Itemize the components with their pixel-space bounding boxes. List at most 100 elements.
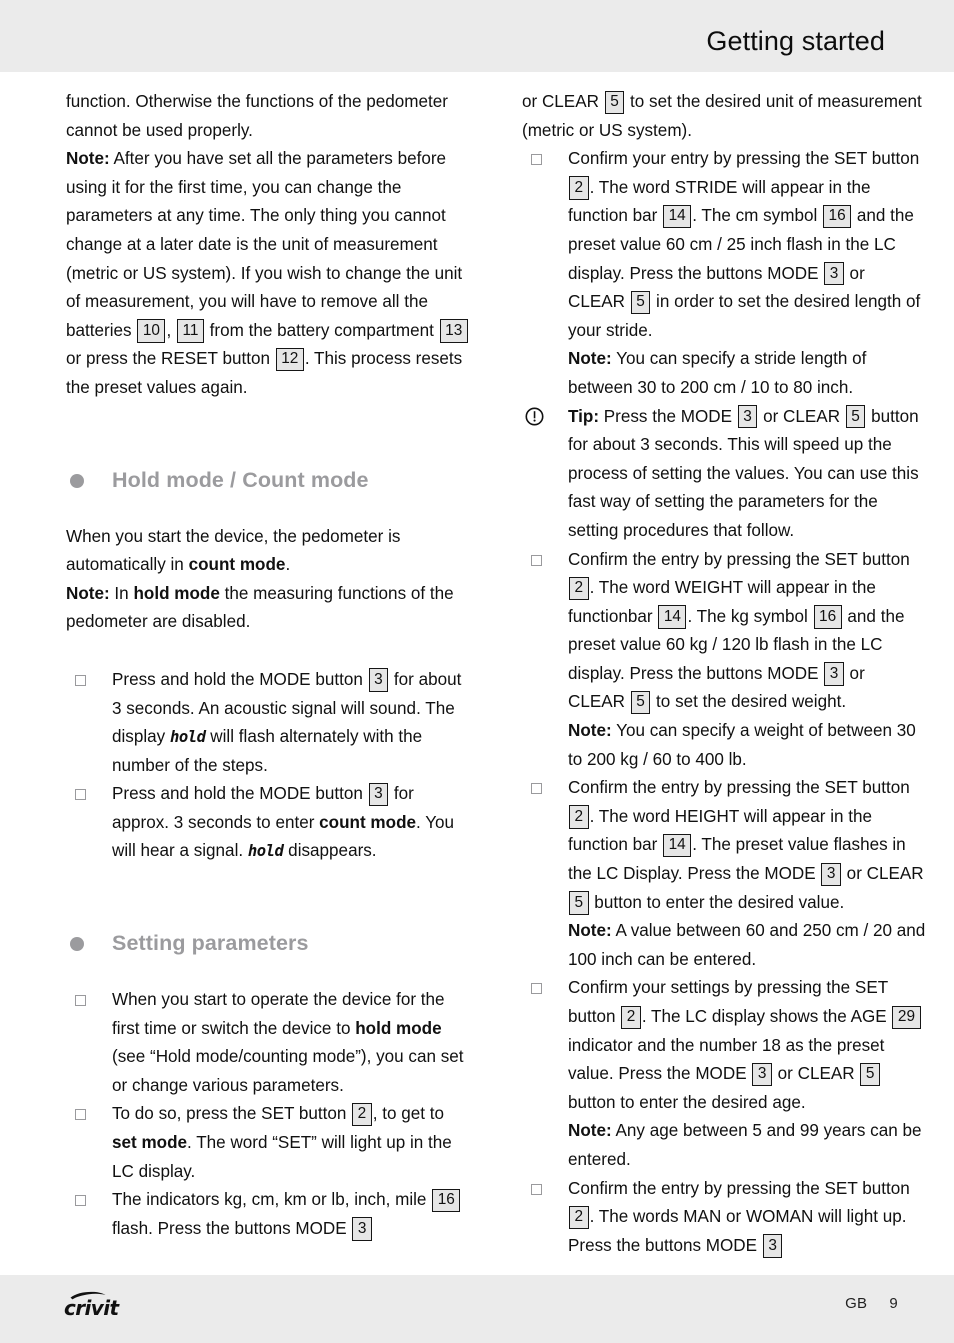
reference-box-29: 29 [892, 1005, 921, 1029]
warning-exclamation-icon [525, 407, 544, 426]
setting-item-1-part-1: To do so, press the SET button [112, 1104, 352, 1124]
document-page: Getting started function. Otherwise the … [0, 0, 954, 1343]
weight-note-text: You can specify a weight of between 30 t… [568, 721, 916, 769]
list-item-unit-indicators: The indicators kg, cm, km or lb, inch, m… [66, 1186, 470, 1243]
heading-setting-parameters-label: Setting parameters [112, 931, 309, 956]
list-item-tip: Tip: Press the MODE 3 or CLEAR 5 button … [522, 403, 926, 546]
square-bullet-icon [531, 783, 542, 795]
square-bullet-icon [531, 1183, 542, 1195]
list-item-set-mode: To do so, press the SET button 2, to get… [66, 1100, 470, 1186]
stride-note-label: Note: [568, 349, 612, 369]
page-footer-band: crivit GB 9 [0, 1275, 954, 1343]
square-bullet-icon [75, 995, 86, 1007]
hold-count-bold-hold-mode: hold mode [133, 583, 220, 603]
list-item-stride: Confirm your entry by pressing the SET b… [522, 145, 926, 402]
paragraph-continued-unit: or CLEAR 5 to set the desired unit of me… [522, 88, 926, 145]
stride-part-1: Confirm your entry by pressing the SET b… [568, 149, 920, 169]
comma-separator: , [166, 320, 176, 340]
age-part-2: . The LC display shows the AGE [641, 1007, 892, 1026]
left-text-column: function. Otherwise the functions of the… [66, 88, 470, 1243]
bullet-dot-icon [70, 473, 84, 488]
lcd-display-word-hold: hold [169, 728, 206, 747]
note-label: Note: [66, 149, 110, 169]
reference-box-3: 3 [368, 668, 389, 692]
square-bullet-icon [531, 983, 542, 995]
tip-label: Tip: [568, 406, 600, 426]
paragraph-hold-count-body: When you start the device, the pedometer… [66, 523, 470, 637]
reference-box-3: 3 [824, 262, 844, 286]
language-code: GB [845, 1295, 868, 1312]
reference-box-14: 14 [663, 833, 692, 858]
footer-page-info: GB 9 [845, 1295, 898, 1312]
list-item-height: Confirm the entry by pressing the SET bu… [522, 774, 926, 974]
reference-box-2: 2 [569, 176, 589, 200]
hold-item-1-part-4: disappears. [283, 841, 377, 861]
note-text-part-2: from the battery compartment [204, 320, 439, 340]
square-bullet-icon [75, 789, 86, 801]
stride-note-text: You can specify a stride length of betwe… [568, 349, 867, 397]
heading-hold-count-mode-label: Hold mode / Count mode [112, 467, 369, 492]
hold-count-note-label: Note: [66, 583, 110, 603]
square-bullet-icon [75, 1195, 86, 1207]
age-note-label: Note: [568, 1121, 612, 1141]
reference-box-5: 5 [569, 891, 589, 915]
age-part-4: or CLEAR [772, 1064, 860, 1084]
list-item-age: Confirm your settings by pressing the SE… [522, 974, 926, 1174]
height-note-label: Note: [568, 921, 612, 941]
reference-box-3: 3 [368, 782, 389, 807]
setting-item-2-part-2: flash. Press the buttons MODE [112, 1218, 352, 1238]
weight-part-6: to set the desired weight. [651, 692, 847, 712]
note-text-part-3: or press the RESET button [66, 349, 275, 369]
intro-line-1: function. Otherwise the functions of the… [66, 92, 448, 140]
setting-item-0-part-2: (see “Hold mode/counting mode”), you can… [112, 1047, 464, 1095]
list-item-count-mode-enter: Press and hold the MODE button 3 for app… [66, 780, 470, 866]
reference-box-3: 3 [824, 662, 844, 686]
reference-box-16: 16 [432, 1188, 461, 1213]
weight-part-3: . The kg symbol [687, 606, 813, 626]
reference-box-13: 13 [439, 319, 468, 343]
height-part-4: or CLEAR [841, 864, 924, 884]
reference-box-3: 3 [762, 1234, 783, 1258]
reference-box-5: 5 [630, 290, 651, 315]
list-item-hold-mode-enter: Press and hold the MODE button 3 for abo… [66, 666, 470, 780]
reference-box-3: 3 [821, 862, 841, 886]
reference-box-5: 5 [845, 405, 866, 429]
hold-count-part-3: In [109, 583, 134, 603]
setting-item-1-part-2: , to get to [372, 1104, 444, 1124]
continued-part-1: or CLEAR [522, 92, 604, 111]
paragraph-intro: function. Otherwise the functions of the… [66, 88, 470, 403]
height-part-5: button to enter the desired value. [589, 892, 845, 912]
brand-logo: crivit [64, 1289, 174, 1325]
reference-box-2: 2 [569, 576, 589, 600]
hold-item-1-part-1: Press and hold the MODE button [112, 784, 368, 804]
tip-part-1: Press the MODE [599, 406, 737, 426]
height-part-1: Confirm the entry by pressing the SET bu… [568, 778, 910, 798]
square-bullet-icon [75, 1109, 86, 1121]
hold-item-0-part-1: Press and hold the MODE button [112, 669, 368, 689]
reference-box-5: 5 [860, 1062, 880, 1087]
setting-item-1-bold-set-mode: set mode [112, 1133, 188, 1153]
list-item-first-operate: When you start to operate the device for… [66, 986, 470, 1100]
list-item-gender: Confirm the entry by pressing the SET bu… [522, 1175, 926, 1261]
reference-box-5: 5 [630, 690, 651, 715]
weight-part-1: Confirm the entry by pressing the SET bu… [568, 549, 910, 569]
height-note-text: A value between 60 and 250 cm / 20 and 1… [568, 921, 926, 969]
heading-setting-parameters: Setting parameters [66, 928, 470, 958]
reference-box-16: 16 [813, 605, 842, 629]
stride-part-3: . The cm symbol [692, 206, 823, 226]
reference-box-3: 3 [352, 1217, 372, 1241]
tip-part-2: or CLEAR [758, 406, 845, 426]
gender-part-1: Confirm the entry by pressing the SET bu… [568, 1178, 910, 1198]
square-bullet-icon [531, 154, 542, 166]
age-part-5: button to enter the desired age. [568, 1092, 806, 1112]
reference-box-16: 16 [823, 204, 852, 229]
page-title: Getting started [706, 26, 885, 56]
square-bullet-icon [531, 554, 542, 566]
hold-count-part-2: . [285, 555, 291, 575]
heading-hold-count-mode: Hold mode / Count mode [66, 465, 470, 495]
weight-note-label: Note: [568, 721, 612, 741]
page-header-band: Getting started [0, 0, 954, 72]
hold-count-bold-count-mode: count mode [188, 555, 286, 575]
reference-box-3: 3 [752, 1062, 772, 1087]
reference-box-12: 12 [275, 347, 304, 372]
